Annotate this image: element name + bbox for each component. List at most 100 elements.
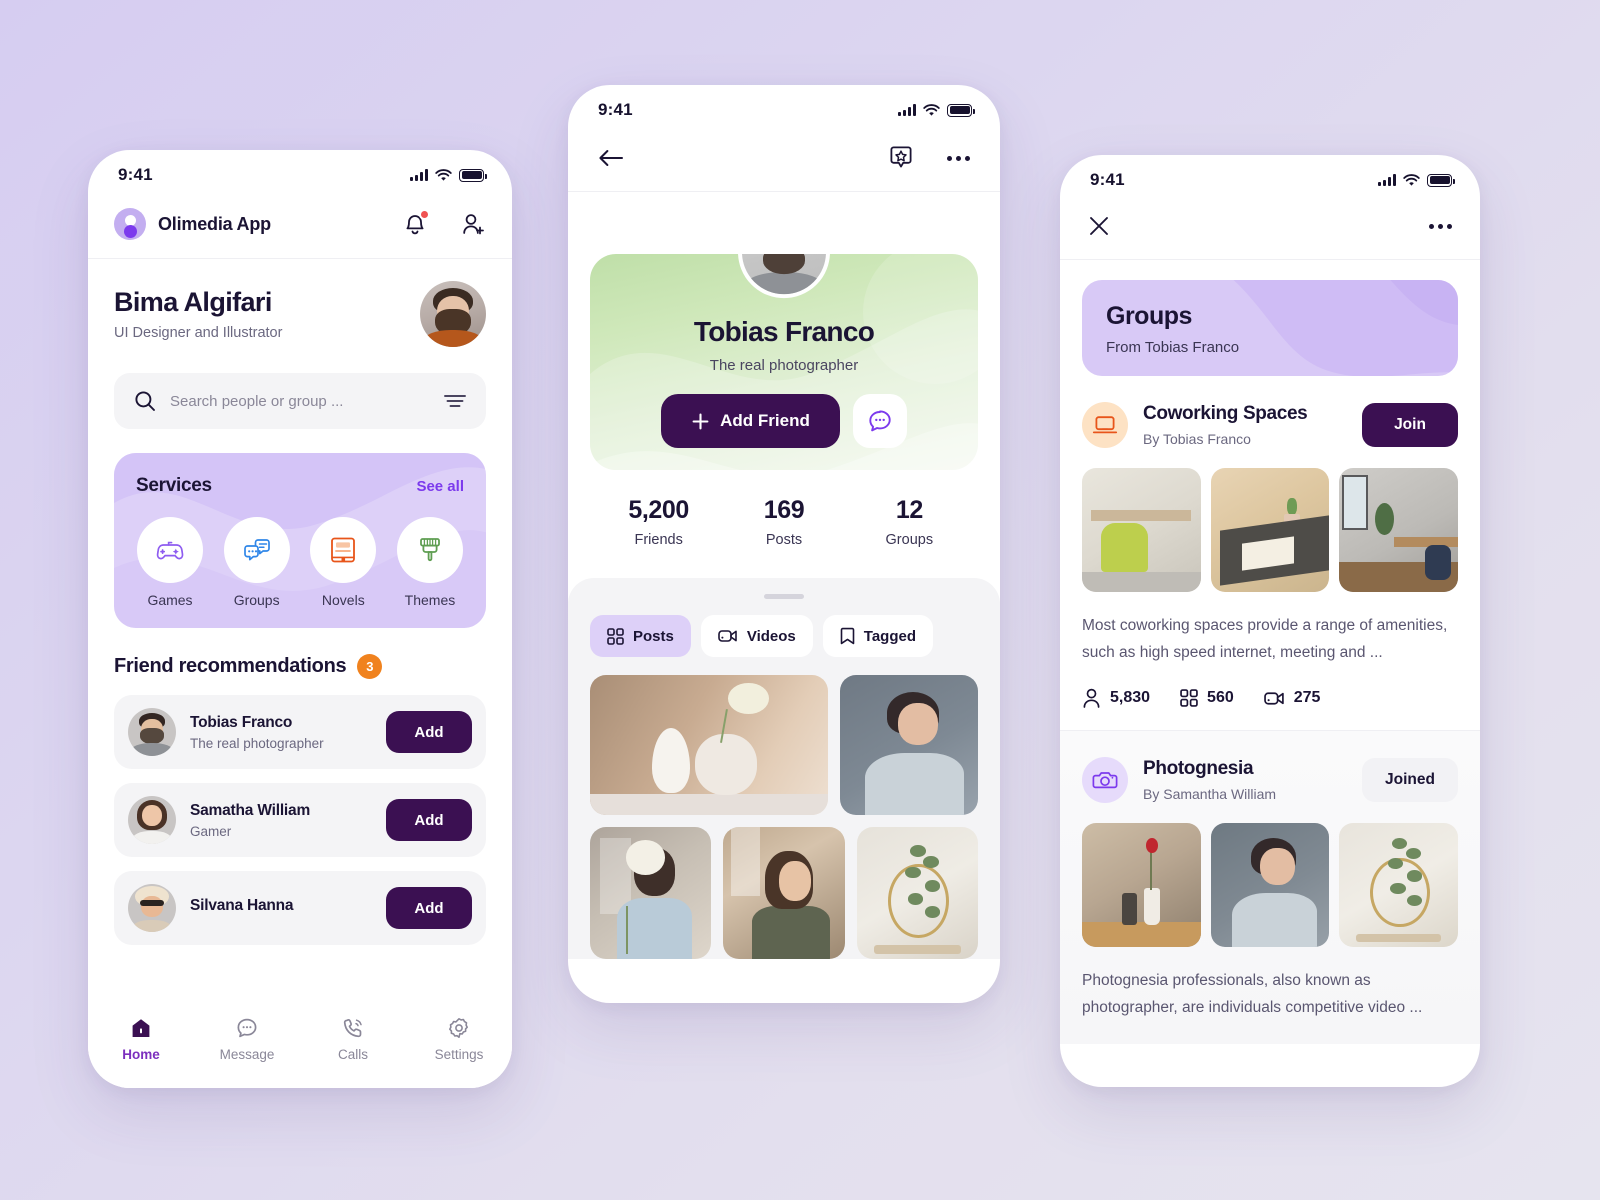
stat-label: Posts <box>765 532 803 548</box>
tab-label: Calls <box>337 1047 368 1062</box>
stat-posts: 169 Posts <box>721 496 846 548</box>
tab-label: Posts <box>633 627 674 645</box>
add-friend-button[interactable]: Add <box>386 711 472 753</box>
post-thumbnail[interactable] <box>856 827 978 959</box>
join-button[interactable]: Join <box>1362 403 1458 447</box>
signal-icon <box>1378 174 1396 186</box>
service-item-themes[interactable]: Themes <box>396 517 464 608</box>
app-bar: Olimedia App <box>88 200 512 258</box>
avatar <box>128 884 176 932</box>
photo-grid <box>586 675 982 959</box>
nav-bar-divider <box>1060 259 1480 260</box>
stat-value: 560 <box>1207 689 1234 707</box>
post-thumbnail[interactable] <box>590 827 712 959</box>
user-role: UI Designer and Illustrator <box>114 325 283 341</box>
page-title: Groups <box>1106 302 1192 330</box>
home-icon <box>132 1019 150 1037</box>
battery-icon <box>1427 173 1455 187</box>
stat-label: Friends <box>634 532 683 548</box>
group-header: Coworking Spaces By Tobias Franco Join <box>1082 402 1458 448</box>
status-indicators <box>898 103 975 117</box>
video-icon <box>718 630 737 642</box>
tab-posts[interactable]: Posts <box>590 615 691 657</box>
avatar[interactable] <box>738 254 830 299</box>
group-photo[interactable] <box>1082 823 1201 948</box>
list-item[interactable]: Tobias Franco The real photographer Add <box>114 695 486 769</box>
stat-friends: 5,200 Friends <box>596 496 721 548</box>
tab-message[interactable]: Message <box>194 1016 300 1062</box>
services-card: Services See all Games Groups Novels The… <box>114 453 486 628</box>
bookmark-icon <box>840 627 855 645</box>
signal-icon <box>410 169 428 181</box>
group-photo[interactable] <box>1339 823 1458 948</box>
gamepad-icon <box>137 517 203 583</box>
post-thumbnail[interactable] <box>723 827 845 959</box>
phone-home-screen: 9:41 Olimedia App Bima Algifari UI Desig… <box>88 150 512 1088</box>
message-icon <box>869 410 891 432</box>
joined-button[interactable]: Joined <box>1362 758 1458 803</box>
stat-groups: 12 Groups <box>847 496 972 548</box>
more-icon <box>947 155 970 161</box>
status-indicators <box>410 168 487 182</box>
add-friend-button[interactable]: Add Friend <box>661 394 840 448</box>
group-description: Photognesia professionals, also known as… <box>1082 972 1423 1017</box>
paintbrush-icon <box>396 517 463 583</box>
group-photo[interactable] <box>1082 468 1201 592</box>
content-sheet: Posts Videos Tagged <box>568 578 1000 959</box>
avatar[interactable] <box>420 281 486 347</box>
tab-home[interactable]: Home <box>88 1016 194 1062</box>
add-person-button[interactable] <box>461 212 486 237</box>
add-person-icon <box>463 213 484 234</box>
group-photo[interactable] <box>1210 468 1330 592</box>
post-thumbnail[interactable] <box>590 675 829 815</box>
groups-banner: Groups From Tobias Franco <box>1082 280 1458 376</box>
sheet-grabber[interactable] <box>764 594 804 599</box>
tab-settings[interactable]: Settings <box>406 1016 512 1062</box>
tab-label: Tagged <box>863 627 917 645</box>
service-item-games[interactable]: Games <box>136 517 204 608</box>
service-item-novels[interactable]: Novels <box>309 517 377 608</box>
page-title: Bima Algifari <box>114 287 272 317</box>
service-item-groups[interactable]: Groups <box>223 517 291 608</box>
tab-label: Settings <box>434 1047 484 1062</box>
see-all-link[interactable]: See all <box>416 478 464 495</box>
filter-icon[interactable] <box>444 393 466 409</box>
arrow-left-icon <box>599 150 623 166</box>
group-photo[interactable] <box>1210 823 1330 948</box>
tab-label: Message <box>219 1047 275 1062</box>
tab-videos[interactable]: Videos <box>700 615 813 657</box>
close-button[interactable] <box>1088 215 1110 237</box>
group-card-coworking: Coworking Spaces By Tobias Franco Join M… <box>1060 376 1480 730</box>
list-item[interactable]: Silvana Hanna Add <box>114 871 486 945</box>
service-label: Groups <box>233 592 280 608</box>
content-tabs: Posts Videos Tagged <box>586 615 982 657</box>
more-options-button[interactable] <box>947 155 970 161</box>
back-button[interactable] <box>598 148 624 168</box>
status-time: 9:41 <box>1090 170 1125 189</box>
tab-calls[interactable]: Calls <box>300 1016 406 1062</box>
search-input[interactable] <box>170 392 430 410</box>
group-name: Coworking Spaces <box>1143 403 1308 424</box>
more-options-button[interactable] <box>1429 223 1452 229</box>
avatar <box>128 708 176 756</box>
search-bar[interactable] <box>114 373 486 429</box>
status-bar: 9:41 <box>1060 155 1480 205</box>
post-thumbnail[interactable] <box>840 675 978 815</box>
message-button[interactable] <box>852 394 907 448</box>
add-friend-button[interactable]: Add <box>386 887 472 929</box>
user-profile-header: Bima Algifari UI Designer and Illustrato… <box>88 259 512 347</box>
phone-groups-screen: 9:41 Groups From Tobias Franco Coworking… <box>1060 155 1480 1087</box>
avatar <box>128 796 176 844</box>
tab-tagged[interactable]: Tagged <box>822 615 934 657</box>
add-friend-button[interactable]: Add <box>386 799 472 841</box>
favorite-button[interactable] <box>889 145 913 171</box>
list-item[interactable]: Samatha William Gamer Add <box>114 783 486 857</box>
notification-badge-dot <box>419 208 430 220</box>
grid-icon <box>1180 689 1198 708</box>
notifications-button[interactable] <box>403 208 430 237</box>
person-icon <box>1083 688 1100 709</box>
phone-icon <box>343 1018 362 1038</box>
service-label: Novels <box>321 592 365 608</box>
tab-label: Home <box>122 1047 160 1062</box>
group-photo[interactable] <box>1339 468 1458 592</box>
